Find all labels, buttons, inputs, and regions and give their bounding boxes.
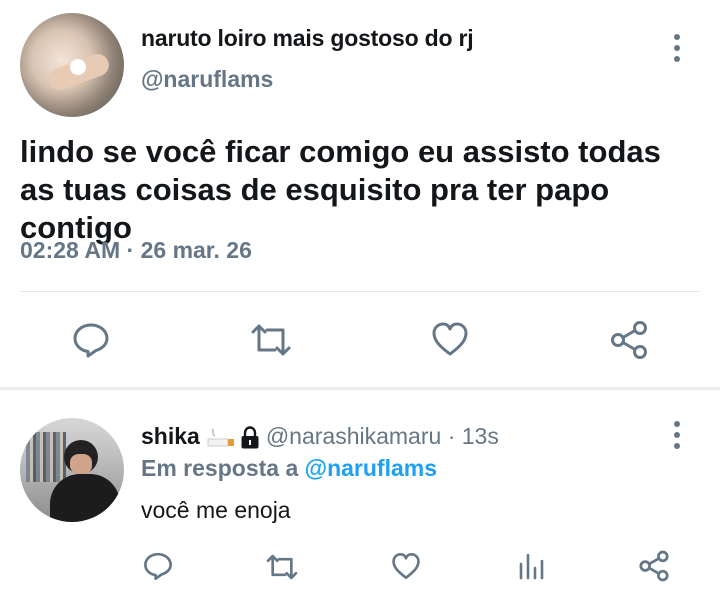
meta-separator: · [120, 237, 141, 263]
section-separator [0, 387, 720, 390]
reply-author-handle[interactable]: @narashikamaru [266, 423, 441, 449]
share-icon[interactable] [609, 320, 649, 360]
replying-to-mention[interactable]: @naruflams [305, 455, 437, 481]
author-handle[interactable]: @naruflams [141, 66, 273, 93]
cigarette-emoji-icon [207, 428, 234, 447]
more-options-icon[interactable] [672, 34, 682, 62]
analytics-icon[interactable] [517, 552, 545, 580]
reply-author-avatar[interactable] [20, 418, 124, 522]
reply-author-name[interactable]: shika [141, 423, 200, 449]
author-avatar[interactable] [20, 13, 124, 117]
tweet-text: lindo se você ficar comigo eu assisto to… [20, 134, 661, 245]
reply-header: shika @narashikamaru · 13s [141, 423, 499, 450]
tweet-timestamp: 02:28 AM · 26 mar. 26 [20, 237, 252, 264]
replying-prefix: Em resposta a [141, 455, 305, 481]
like-icon[interactable] [391, 552, 421, 580]
more-options-icon[interactable] [672, 421, 682, 449]
avatar-photo-detail [26, 432, 66, 482]
tweet-date: 26 mar. 26 [140, 237, 252, 263]
share-icon[interactable] [638, 550, 670, 582]
tweet-header: naruto loiro mais gostoso do rj @narufla… [0, 0, 720, 130]
avatar-photo-detail [70, 59, 86, 75]
reply-age: · 13s [447, 423, 499, 449]
avatar-photo-detail [50, 474, 120, 522]
divider [20, 291, 700, 292]
retweet-icon[interactable] [264, 553, 300, 581]
replying-to-line: Em resposta a @naruflams [141, 455, 437, 482]
author-name[interactable]: naruto loiro mais gostoso do rj [141, 25, 474, 52]
reply-icon[interactable] [72, 321, 110, 359]
lock-icon [241, 426, 259, 449]
tweet-time: 02:28 AM [20, 237, 121, 263]
like-icon[interactable] [431, 321, 469, 357]
avatar-photo-detail [70, 454, 92, 474]
retweet-icon[interactable] [249, 322, 293, 358]
reply-text: você me enoja [141, 497, 291, 523]
reply-icon[interactable] [143, 551, 173, 581]
